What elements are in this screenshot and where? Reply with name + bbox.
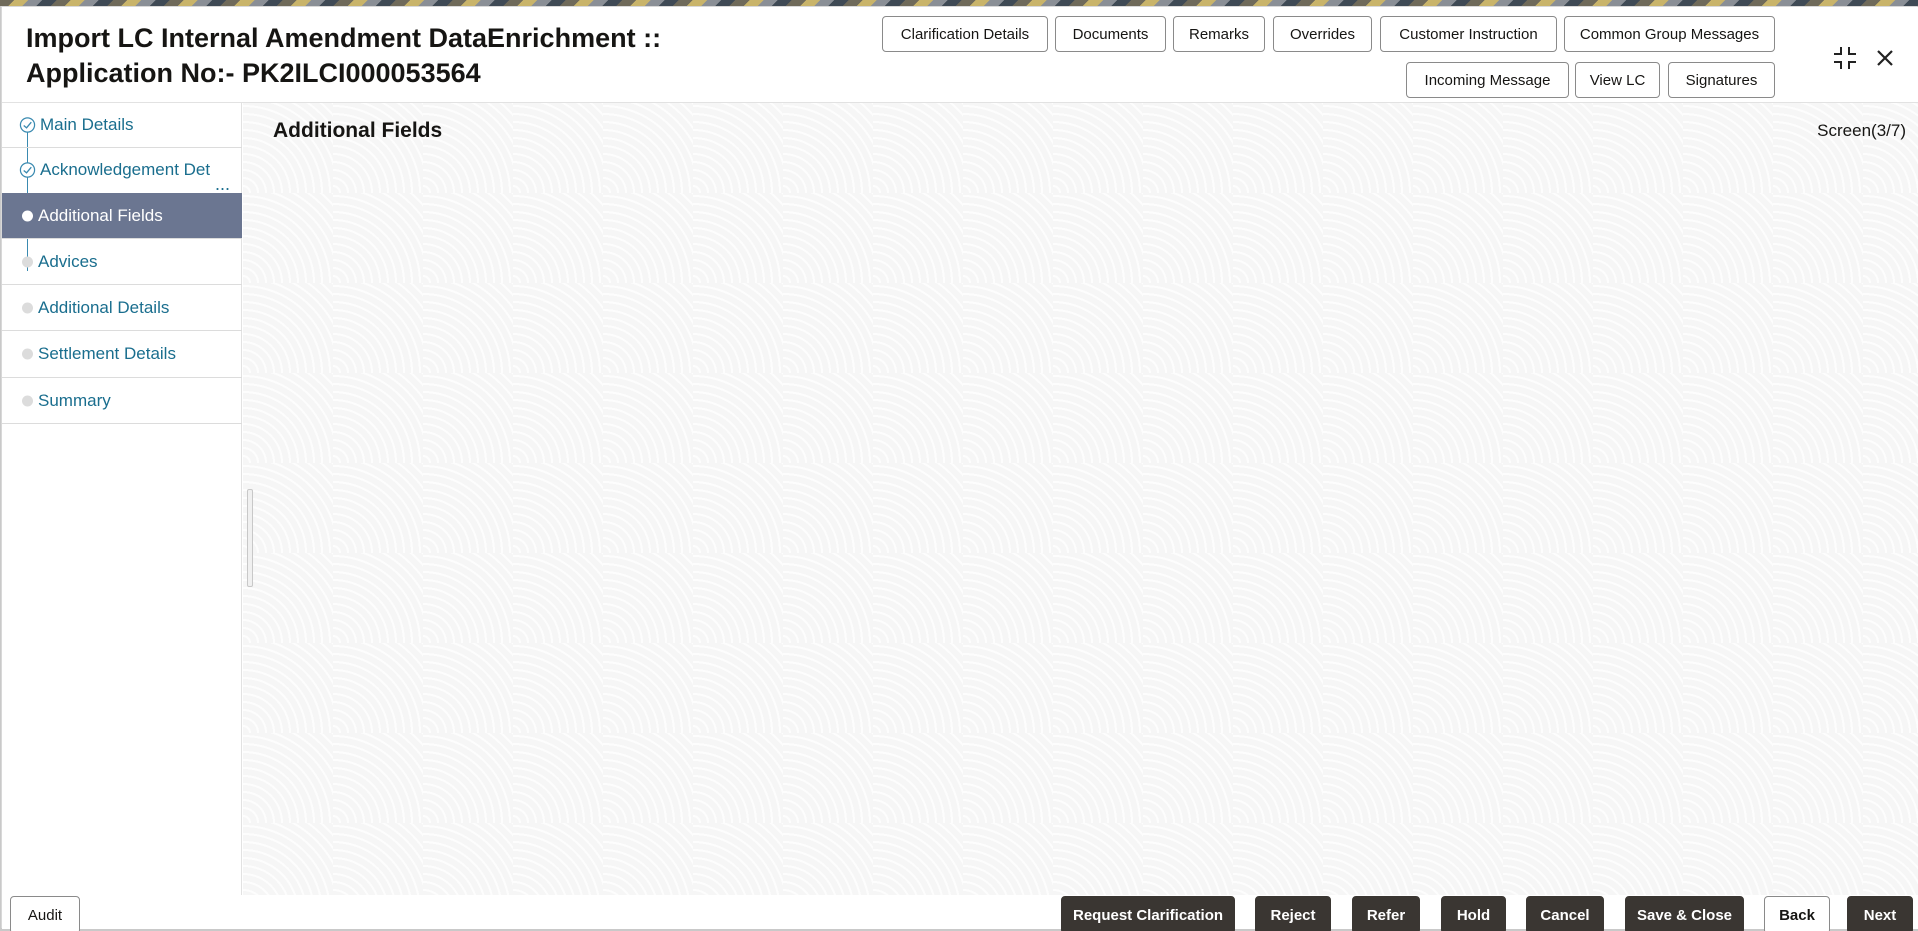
- next-button[interactable]: Next: [1847, 896, 1913, 931]
- page-title: Import LC Internal Amendment DataEnrichm…: [26, 23, 662, 88]
- step-label: Summary: [38, 390, 111, 410]
- clarification-details-button[interactable]: Clarification Details: [882, 16, 1048, 52]
- step-main-details[interactable]: Main Details: [2, 103, 242, 148]
- request-clarification-button[interactable]: Request Clarification: [1061, 896, 1235, 931]
- header: Import LC Internal Amendment DataEnrichm…: [2, 7, 1918, 103]
- step-additional-fields[interactable]: Additional Fields: [2, 193, 242, 239]
- close-icon[interactable]: [1868, 41, 1902, 75]
- footer-actions: Audit Request Clarification Reject Refer…: [2, 895, 1918, 931]
- minimize-icon[interactable]: [1828, 41, 1862, 75]
- application-window: Import LC Internal Amendment DataEnrichm…: [1, 6, 1918, 931]
- step-label: Main Details: [40, 115, 134, 134]
- step-additional-details[interactable]: Additional Details: [2, 285, 242, 331]
- step-summary[interactable]: Summary: [2, 378, 242, 424]
- step-label: Additional Fields: [38, 205, 163, 225]
- main-content: Additional Fields Screen(3/7): [243, 103, 1918, 895]
- audit-button[interactable]: Audit: [10, 896, 80, 931]
- step-label: Advices: [38, 251, 98, 271]
- step-dot: [22, 348, 33, 360]
- step-dot: [22, 256, 33, 267]
- signatures-button[interactable]: Signatures: [1668, 62, 1775, 98]
- cancel-button[interactable]: Cancel: [1526, 896, 1604, 931]
- check-circle-icon: [19, 117, 36, 133]
- step-label: Settlement Details: [38, 344, 176, 363]
- step-settlement-details[interactable]: Settlement Details: [2, 331, 242, 378]
- incoming-message-button[interactable]: Incoming Message: [1406, 62, 1569, 98]
- check-circle-icon: [19, 162, 36, 178]
- save-and-close-button[interactable]: Save & Close: [1625, 896, 1744, 931]
- step-dot: [22, 210, 33, 221]
- documents-button[interactable]: Documents: [1055, 16, 1166, 52]
- step-label: Acknowledgement Det: [40, 160, 211, 179]
- customer-instruction-button[interactable]: Customer Instruction: [1380, 16, 1557, 52]
- overrides-button[interactable]: Overrides: [1273, 16, 1372, 52]
- remarks-button[interactable]: Remarks: [1173, 16, 1265, 52]
- common-group-messages-button[interactable]: Common Group Messages: [1564, 16, 1775, 52]
- section-title: Additional Fields: [273, 119, 443, 142]
- step-label: Additional Details: [38, 297, 170, 317]
- back-button[interactable]: Back: [1764, 896, 1830, 931]
- truncation-ellipsis: ...: [214, 174, 230, 194]
- panel-resize-handle[interactable]: [247, 489, 253, 587]
- step-dot: [22, 395, 33, 406]
- screen-counter: Screen(3/7): [1817, 121, 1906, 140]
- step-advices[interactable]: Advices: [2, 239, 242, 285]
- step-dot: [22, 302, 33, 313]
- step-navigation: Main Details Acknowledgement Det ... Add…: [2, 103, 242, 895]
- hold-button[interactable]: Hold: [1441, 896, 1506, 931]
- reject-button[interactable]: Reject: [1255, 896, 1331, 931]
- view-lc-button[interactable]: View LC: [1575, 62, 1660, 98]
- refer-button[interactable]: Refer: [1352, 896, 1420, 931]
